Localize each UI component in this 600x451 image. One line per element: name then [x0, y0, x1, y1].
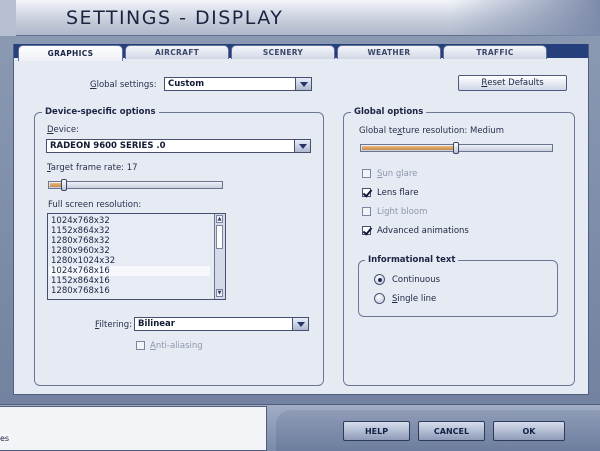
list-item[interactable]: 1280x960x32 [51, 246, 110, 256]
chevron-down-icon[interactable] [295, 78, 311, 90]
device-value: RADEON 9600 SERIES .0 [50, 141, 166, 151]
scroll-down-icon[interactable]: ▼ [216, 289, 223, 297]
frame-rate-text: arget frame rate: 17 [50, 163, 138, 173]
chevron-down-icon[interactable] [294, 140, 310, 152]
frame-rate-slider[interactable] [48, 179, 223, 191]
global-settings-label: Global settings: [90, 80, 157, 90]
tab-strip: GRAPHICS AIRCRAFT SCENERY WEATHER TRAFFI… [13, 44, 589, 61]
single-line-radio[interactable] [374, 293, 385, 304]
lens-flare-checkbox[interactable] [362, 188, 371, 197]
device-label-text: evice: [53, 125, 79, 135]
texture-thumb[interactable] [453, 142, 459, 154]
advanced-animations-checkbox[interactable] [362, 226, 371, 235]
list-item[interactable]: 1280x768x16 [51, 286, 110, 296]
sun-glare-checkbox[interactable] [362, 169, 371, 178]
chevron-down-icon[interactable] [292, 318, 308, 330]
texture-fill [362, 146, 457, 150]
anti-aliasing-label: Anti-aliasing [150, 341, 203, 351]
global-settings-value: Custom [168, 79, 205, 89]
light-bloom-label: Light bloom [377, 207, 428, 217]
list-item[interactable]: 1152x864x16 [51, 276, 110, 286]
advanced-animations-label: Advanced animations [377, 226, 469, 236]
anti-aliasing-checkbox[interactable] [136, 341, 145, 350]
texture-label-part-b: ture resolution: Medium [402, 126, 504, 136]
list-item[interactable]: 1152x864x32 [51, 226, 110, 236]
frame-rate-thumb[interactable] [61, 179, 67, 191]
sun-glare-text: un glare [382, 169, 418, 179]
resolution-label: Full screen resolution: [48, 200, 142, 210]
cancel-button[interactable]: CANCEL [418, 421, 485, 441]
informational-text-title: Informational text [365, 255, 459, 265]
tab-scenery[interactable]: SCENERY [231, 45, 335, 59]
list-item[interactable]: 1024x768x32 [51, 216, 110, 226]
list-item[interactable]: 1280x1024x32 [51, 256, 115, 266]
continuous-radio[interactable] [374, 274, 385, 285]
single-line-text: ingle line [397, 294, 437, 304]
global-settings-label-text: lobal settings: [96, 80, 157, 90]
filtering-text: iltering: [99, 320, 133, 330]
ok-button[interactable]: OK [493, 421, 565, 441]
global-settings-dropdown[interactable]: Custom [164, 77, 312, 91]
device-label: Device: [47, 125, 79, 135]
resolution-scrollbar[interactable]: ▲ ▼ [214, 214, 225, 299]
anti-aliasing-text: nti-aliasing [155, 341, 203, 351]
filtering-dropdown[interactable]: Bilinear [134, 317, 309, 331]
lens-flare-label: Lens flare [377, 188, 419, 198]
global-settings-label-mnemonic: G [90, 80, 97, 90]
reset-defaults-label: eset Defaults [487, 78, 544, 88]
tab-aircraft[interactable]: AIRCRAFT [125, 45, 229, 59]
device-dropdown[interactable]: RADEON 9600 SERIES .0 [46, 139, 311, 153]
status-text: es [0, 434, 10, 443]
device-options-title: Device-specific options [42, 107, 159, 117]
window-title: SETTINGS - DISPLAY [66, 7, 284, 29]
texture-resolution-slider[interactable] [360, 142, 553, 154]
frame-rate-label: Target frame rate: 17 [47, 163, 138, 173]
continuous-label: Continuous [392, 275, 441, 285]
global-options-title: Global options [351, 107, 427, 117]
reset-defaults-button[interactable]: Reset Defaults [458, 75, 567, 91]
title-bar: SETTINGS - DISPLAY [0, 0, 600, 36]
status-box [0, 406, 267, 451]
filtering-value: Bilinear [138, 319, 175, 329]
light-bloom-checkbox[interactable] [362, 207, 371, 216]
texture-label-part-a: Global te [359, 126, 398, 136]
texture-resolution-label: Global texture resolution: Medium [359, 126, 504, 136]
tab-weather[interactable]: WEATHER [337, 45, 441, 59]
scroll-up-icon[interactable]: ▲ [216, 215, 223, 223]
filtering-label: Filtering: [95, 320, 132, 330]
resolution-list[interactable]: 1024x768x32 1152x864x32 1280x768x32 1280… [47, 213, 226, 300]
sun-glare-label: Sun glare [377, 169, 417, 179]
help-button[interactable]: HELP [343, 421, 410, 441]
list-item-selected[interactable]: 1024x768x16 [49, 266, 210, 276]
tab-graphics[interactable]: GRAPHICS [18, 45, 123, 61]
single-line-label: Single line [392, 294, 436, 304]
informational-text-group: Informational text [358, 255, 558, 317]
scroll-thumb[interactable] [216, 225, 223, 249]
global-options-group: Global options [343, 107, 575, 386]
tab-traffic[interactable]: TRAFFIC [443, 45, 547, 59]
list-item[interactable]: 1280x768x32 [51, 236, 110, 246]
